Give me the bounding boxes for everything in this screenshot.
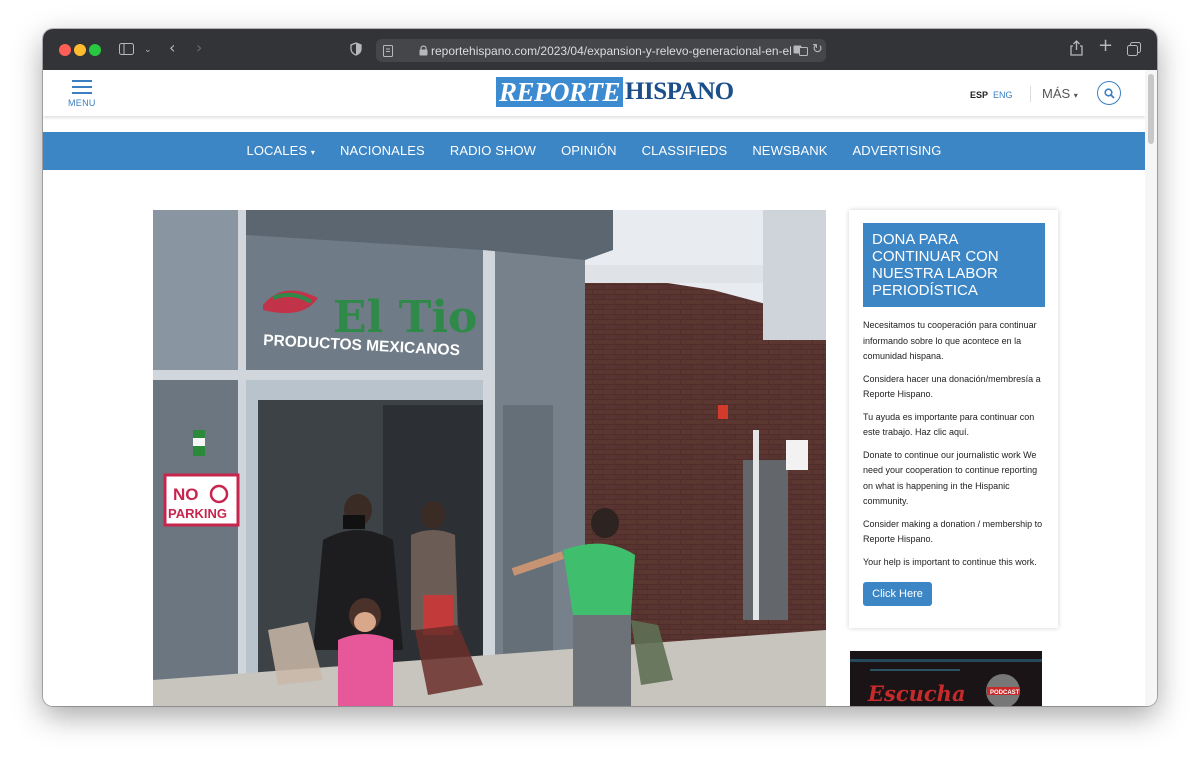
podcast-badge: PODCAST bbox=[990, 690, 1020, 696]
donate-paragraph: Considera hacer una donación/membresía a… bbox=[863, 373, 1041, 400]
donate-paragraph: Donate to continue our journalistic work… bbox=[863, 449, 1038, 507]
chevron-down-icon[interactable]: ⌄ bbox=[144, 43, 152, 57]
nav-item-advertising[interactable]: ADVERTISING bbox=[840, 132, 954, 170]
donate-card: DONA PARA CONTINUAR CON NUESTRA LABOR PE… bbox=[849, 210, 1058, 628]
click-here-button[interactable]: Click Here bbox=[863, 582, 932, 606]
sidebar-icon[interactable] bbox=[119, 43, 134, 55]
donate-paragraph: Consider making a donation / membership … bbox=[863, 518, 1043, 545]
menu-label[interactable]: MENU bbox=[68, 98, 96, 108]
page-scrollbar[interactable] bbox=[1145, 70, 1157, 706]
reload-icon[interactable]: ↻ bbox=[812, 42, 823, 57]
lang-esp-link[interactable]: ESP bbox=[970, 90, 988, 100]
nav-item-radio-show[interactable]: RADIO SHOW bbox=[437, 132, 548, 170]
search-button[interactable] bbox=[1097, 81, 1121, 105]
url-text: reportehispano.com/2023/04/expansion-y-r… bbox=[431, 44, 791, 58]
main-nav: LOCALES ▾ NACIONALES RADIO SHOW OPINIÓN … bbox=[43, 132, 1145, 170]
nav-item-classifieds[interactable]: CLASSIFIEDS bbox=[629, 132, 740, 170]
browser-toolbar: ⌄ ‹ › reportehispano.com/2023/04/expansi… bbox=[43, 29, 1157, 70]
logo-part1: REPORTE bbox=[496, 77, 624, 107]
site-logo[interactable]: REPORTE HISPANO bbox=[496, 77, 734, 107]
share-icon[interactable] bbox=[1070, 40, 1083, 56]
divider bbox=[1030, 86, 1031, 102]
donate-body: Necesitamos tu cooperación para continua… bbox=[863, 318, 1048, 577]
hero-photo[interactable]: NO PARKING El Tio PRODUCTOS MEXICANOS bbox=[153, 210, 826, 706]
forward-icon[interactable]: › bbox=[196, 40, 202, 56]
donate-paragraph: Tu ayuda es importante para continuar co… bbox=[863, 411, 1035, 438]
donate-title: DONA PARA CONTINUAR CON NUESTRA LABOR PE… bbox=[863, 223, 1045, 307]
lock-icon bbox=[419, 45, 428, 56]
podcast-banner-art: Escucha PODCAST bbox=[850, 651, 1042, 706]
back-icon[interactable]: ‹ bbox=[169, 40, 175, 56]
minimize-window-button[interactable] bbox=[74, 44, 86, 56]
donate-paragraph: Your help is important to continue this … bbox=[863, 556, 1037, 567]
donate-paragraph: Necesitamos tu cooperación para continua… bbox=[863, 320, 1037, 361]
scrollbar-thumb[interactable] bbox=[1148, 74, 1154, 144]
web-page: MENU REPORTE HISPANO ESP ENG MÁS ▾ LOCAL… bbox=[43, 70, 1145, 706]
nav-item-newsbank[interactable]: NEWSBANK bbox=[740, 132, 840, 170]
more-label: MÁS bbox=[1042, 86, 1071, 101]
storefront-illustration: NO PARKING El Tio PRODUCTOS MEXICANOS bbox=[153, 210, 826, 706]
caret-down-icon: ▾ bbox=[1073, 91, 1078, 100]
caret-down-icon: ▾ bbox=[310, 148, 316, 157]
no-parking-line1: NO bbox=[173, 485, 199, 504]
hamburger-menu-icon[interactable] bbox=[72, 80, 92, 94]
close-window-button[interactable] bbox=[59, 44, 71, 56]
more-dropdown[interactable]: MÁS ▾ bbox=[1042, 86, 1078, 101]
search-icon bbox=[1104, 88, 1115, 99]
shield-icon[interactable] bbox=[350, 42, 362, 56]
zoom-window-button[interactable] bbox=[89, 44, 101, 56]
address-bar[interactable]: reportehispano.com/2023/04/expansion-y-r… bbox=[376, 39, 826, 62]
site-header: MENU REPORTE HISPANO ESP ENG MÁS ▾ bbox=[43, 70, 1145, 116]
tabs-icon[interactable] bbox=[1127, 42, 1141, 56]
nav-item-nacionales[interactable]: NACIONALES bbox=[328, 132, 438, 170]
nav-label: LOCALES bbox=[246, 143, 308, 158]
logo-part2: HISPANO bbox=[625, 78, 734, 105]
podcast-banner[interactable]: Escucha PODCAST bbox=[850, 651, 1042, 706]
no-parking-line2: PARKING bbox=[168, 506, 227, 521]
nav-item-opinion[interactable]: OPINIÓN bbox=[549, 132, 630, 170]
browser-window: ⌄ ‹ › reportehispano.com/2023/04/expansi… bbox=[43, 29, 1157, 706]
lang-eng-link[interactable]: ENG bbox=[993, 90, 1013, 100]
nav-item-locales[interactable]: LOCALES ▾ bbox=[234, 132, 328, 170]
reader-icon[interactable] bbox=[383, 45, 393, 57]
podcast-text: Escucha bbox=[867, 681, 966, 706]
translate-icon[interactable] bbox=[793, 45, 808, 56]
plus-icon[interactable]: + bbox=[1098, 37, 1113, 55]
sign-logo: El Tio bbox=[333, 292, 477, 343]
